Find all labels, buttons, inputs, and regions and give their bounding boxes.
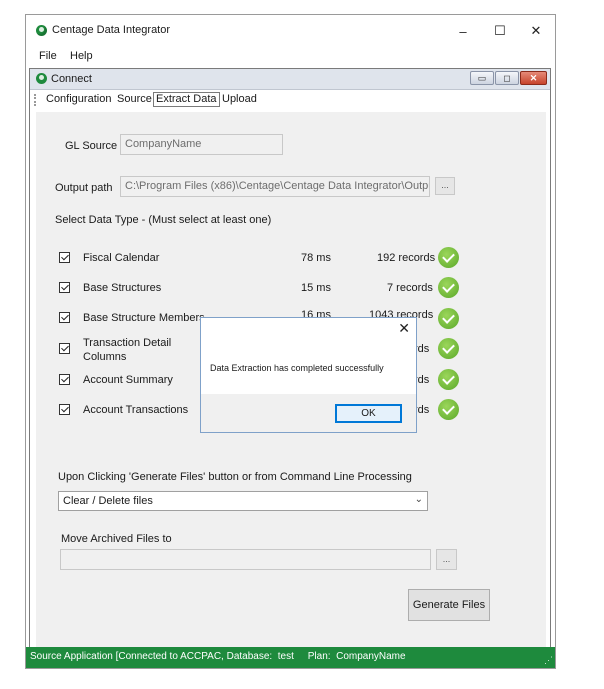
- dialog-ok-button[interactable]: OK: [335, 404, 402, 423]
- menu-file[interactable]: File: [39, 50, 57, 62]
- check-circle-icon: [438, 277, 459, 298]
- processing-option-value: Clear / Delete files: [63, 495, 153, 507]
- toolstrip-grip[interactable]: [34, 94, 38, 106]
- resize-grip-icon[interactable]: ⋰: [544, 655, 553, 666]
- tab-strip: Configuration Source Extract Data Upload: [30, 90, 550, 110]
- status-text: Source Application [Connected to ACCPAC,…: [30, 651, 406, 662]
- maximize-button[interactable]: ☐: [482, 20, 518, 42]
- connect-close-button[interactable]: ✕: [520, 71, 547, 85]
- app-logo-icon: [36, 25, 47, 36]
- connect-title-bar: Connect ▭ ◻ ✕: [30, 69, 550, 90]
- data-type-label: Transaction Detail Columns: [83, 337, 172, 363]
- dialog-message: Data Extraction has completed successful…: [210, 363, 384, 373]
- check-circle-icon: [438, 369, 459, 390]
- data-type-records: 7 records: [387, 282, 433, 294]
- data-type-time: 15 ms: [301, 282, 331, 294]
- connect-minimize-button[interactable]: ▭: [470, 71, 494, 85]
- data-type-records: 192 records: [377, 252, 436, 264]
- tab-configuration[interactable]: Configuration: [44, 92, 113, 107]
- output-path-field[interactable]: C:\Program Files (x86)\Centage\Centage D…: [120, 176, 430, 197]
- close-button[interactable]: ✕: [518, 20, 554, 42]
- check-circle-icon: [438, 308, 459, 329]
- archive-browse-button[interactable]: ...: [436, 549, 457, 570]
- title-bar: Centage Data Integrator – ☐ ✕: [26, 15, 555, 47]
- dialog-close-button[interactable]: ✕: [398, 320, 410, 337]
- menu-help[interactable]: Help: [70, 50, 93, 62]
- data-type-label: Account Summary: [83, 374, 173, 386]
- checkbox-account-transactions[interactable]: [59, 404, 70, 415]
- connect-restore-button[interactable]: ◻: [495, 71, 519, 85]
- tab-extract-data[interactable]: Extract Data: [153, 92, 220, 107]
- processing-label: Upon Clicking 'Generate Files' button or…: [58, 471, 412, 483]
- checkbox-fiscal-calendar[interactable]: [59, 252, 70, 263]
- checkbox-base-structures[interactable]: [59, 282, 70, 293]
- check-circle-icon: [438, 399, 459, 420]
- generate-files-button[interactable]: Generate Files: [408, 589, 490, 621]
- check-circle-icon: [438, 247, 459, 268]
- status-bar: Source Application [Connected to ACCPAC,…: [26, 647, 555, 668]
- menu-bar: File Help: [26, 47, 555, 67]
- check-circle-icon: [438, 338, 459, 359]
- output-path-label: Output path: [55, 182, 113, 194]
- connect-title: Connect: [51, 73, 92, 85]
- select-data-type-label: Select Data Type - (Must select at least…: [55, 214, 272, 226]
- output-path-browse-button[interactable]: ...: [435, 177, 455, 195]
- gl-source-field[interactable]: CompanyName: [120, 134, 283, 155]
- data-type-label: Base Structures: [83, 282, 162, 294]
- data-type-label: Account Transactions: [83, 404, 189, 416]
- tab-upload[interactable]: Upload: [220, 92, 259, 107]
- checkbox-base-structure-members[interactable]: [59, 312, 70, 323]
- data-type-label: Base Structure Members: [83, 312, 205, 324]
- tab-source[interactable]: Source: [115, 92, 154, 107]
- window-title: Centage Data Integrator: [52, 24, 171, 36]
- data-type-label: Fiscal Calendar: [83, 252, 160, 264]
- chevron-down-icon: ⌄: [414, 494, 423, 505]
- checkbox-transaction-detail-columns[interactable]: [59, 343, 70, 354]
- data-type-time: 78 ms: [301, 252, 331, 264]
- archive-path-field[interactable]: [60, 549, 431, 570]
- processing-option-select[interactable]: Clear / Delete files ⌄: [58, 491, 428, 511]
- completion-dialog: ✕ Data Extraction has completed successf…: [200, 317, 417, 433]
- connect-logo-icon: [36, 73, 47, 84]
- dialog-footer: OK: [201, 394, 416, 432]
- archive-label: Move Archived Files to: [61, 533, 172, 545]
- minimize-button[interactable]: –: [445, 20, 481, 42]
- gl-source-label: GL Source: [65, 140, 118, 152]
- checkbox-account-summary[interactable]: [59, 374, 70, 385]
